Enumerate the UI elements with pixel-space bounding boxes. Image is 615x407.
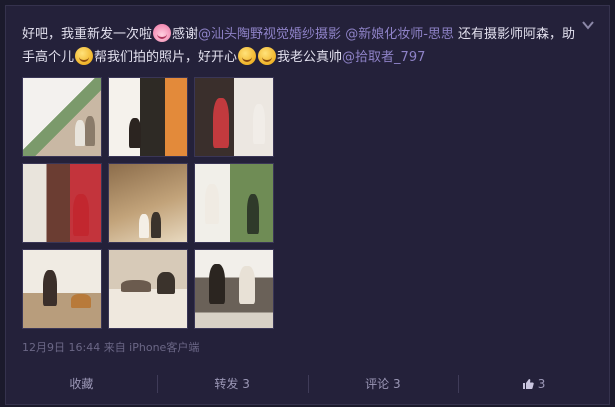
photo-thumbnail-3[interactable] — [194, 77, 274, 157]
mention-link[interactable]: @新娘化妆师-思思 — [345, 27, 454, 42]
photo-thumbnail-7[interactable] — [22, 249, 102, 329]
photo-subject — [139, 214, 149, 238]
favorite-button[interactable]: 收藏 — [6, 373, 157, 395]
photo-thumbnail-1[interactable] — [22, 77, 102, 157]
photo-subject — [253, 104, 265, 144]
action-bar: 收藏 转发 3 评论 3 3 — [6, 364, 609, 404]
happy-emoji — [238, 47, 257, 65]
bunny-emoji — [153, 24, 172, 42]
like-count: 3 — [537, 377, 546, 391]
photo-subject — [73, 194, 89, 236]
repost-label: 转发 3 — [214, 377, 250, 391]
like-button[interactable]: 3 — [458, 373, 609, 395]
weibo-post-card: 好吧，我重新发一次啦 感谢@汕头陶野视觉婚纱摄影 @新娘化妆师-思思 还有摄影师阿… — [5, 5, 610, 405]
photo-thumbnail-6[interactable] — [194, 163, 274, 243]
photo-thumbnail-9[interactable] — [194, 249, 274, 329]
photo-subject — [239, 266, 255, 304]
photo-subject — [129, 118, 141, 148]
favorite-label: 收藏 — [69, 377, 94, 391]
photo-subject — [209, 264, 225, 304]
photo-subject — [213, 98, 229, 148]
photo-subject — [71, 294, 91, 308]
photo-subject — [85, 116, 95, 146]
chevron-down-icon[interactable] — [581, 18, 595, 32]
thumbs-up-icon — [522, 379, 534, 389]
happy-emoji — [258, 47, 277, 65]
photo-thumbnail-2[interactable] — [108, 77, 188, 157]
photo-subject — [151, 212, 161, 238]
photo-subject — [121, 280, 151, 292]
mention-link[interactable]: @汕头陶野视觉婚纱摄影 — [198, 27, 341, 42]
photo-subject — [43, 270, 57, 306]
post-text-fragment: 感谢 — [172, 27, 199, 42]
photo-thumbnail-8[interactable] — [108, 249, 188, 329]
photo-subject — [157, 272, 175, 294]
post-text-fragment: 好吧，我重新发一次啦 — [22, 27, 153, 42]
post-text-fragment: 帮我们拍的照片，好开心 — [94, 50, 238, 65]
photo-subject — [205, 184, 219, 224]
comment-button[interactable]: 评论 3 — [307, 373, 459, 395]
mention-link[interactable]: @拾取者_797 — [342, 50, 425, 65]
smile-emoji — [75, 47, 94, 65]
photo-subject — [75, 120, 85, 146]
photo-subject — [247, 194, 259, 234]
photo-grid — [22, 77, 274, 329]
repost-button[interactable]: 转发 3 — [156, 373, 308, 395]
post-content: 好吧，我重新发一次啦 感谢@汕头陶野视觉婚纱摄影 @新娘化妆师-思思 还有摄影师阿… — [22, 23, 582, 69]
photo-thumbnail-5[interactable] — [108, 163, 188, 243]
post-meta: 12月9日 16:44 来自 iPhone客户端 — [22, 341, 200, 354]
comment-label: 评论 3 — [365, 377, 401, 391]
post-text-fragment: 我老公真帅 — [277, 50, 343, 65]
photo-thumbnail-4[interactable] — [22, 163, 102, 243]
